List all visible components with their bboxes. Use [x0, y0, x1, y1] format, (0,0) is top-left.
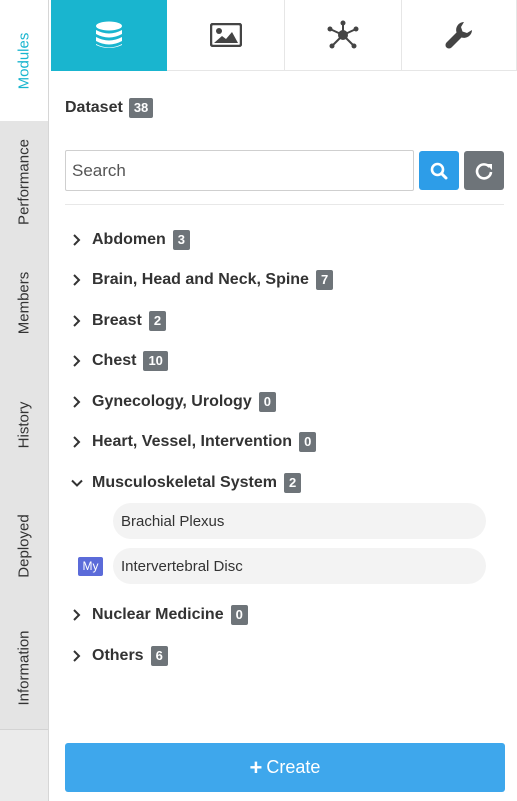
tab-label: History	[15, 401, 33, 448]
chevron-right-icon	[70, 273, 84, 287]
category-count-badge: 0	[258, 392, 276, 412]
tab-label: Deployed	[15, 514, 33, 578]
chevron-right-icon	[70, 314, 84, 328]
tab-network[interactable]	[285, 0, 402, 71]
tab-performance[interactable]: Performance	[0, 121, 48, 243]
category-chest[interactable]: Chest 10	[70, 349, 168, 373]
search-icon	[430, 162, 448, 179]
tab-settings[interactable]	[402, 0, 517, 71]
image-icon	[209, 23, 242, 47]
category-label: Abdomen	[92, 231, 166, 248]
tab-label: Modules	[15, 32, 33, 89]
category-label: Brain, Head and Neck, Spine	[92, 271, 309, 288]
chevron-right-icon	[70, 608, 84, 622]
tab-label: Members	[15, 271, 33, 335]
dataset-item-label: Brachial Plexus	[121, 512, 225, 530]
dataset-heading: Dataset 38	[65, 96, 154, 120]
category-count-badge: 0	[299, 432, 317, 452]
chevron-right-icon	[70, 649, 84, 663]
tab-history[interactable]: History	[0, 364, 48, 486]
category-count-badge: 6	[150, 646, 168, 666]
dataset-count-badge: 38	[128, 98, 154, 118]
category-label: Breast	[92, 312, 142, 329]
category-label: Gynecology, Urology	[92, 393, 252, 410]
create-button-label: Create	[266, 757, 321, 777]
category-abdomen[interactable]: Abdomen 3	[70, 228, 191, 252]
category-count-badge: 10	[143, 351, 168, 371]
refresh-button[interactable]	[464, 151, 504, 190]
category-count-badge: 3	[172, 230, 191, 250]
my-badge: My	[78, 557, 103, 576]
vertical-tab-bar: Modules Performance Members History Depl…	[0, 0, 49, 801]
category-nuclear-medicine[interactable]: Nuclear Medicine 0	[70, 603, 248, 627]
search-button[interactable]	[419, 151, 459, 190]
create-button[interactable]: + Create	[65, 743, 505, 792]
category-count-badge: 0	[230, 605, 248, 625]
chevron-right-icon	[70, 354, 84, 368]
dataset-title: Dataset	[65, 99, 123, 116]
divider	[65, 204, 504, 205]
category-count-badge: 2	[283, 473, 302, 493]
category-label: Chest	[92, 352, 137, 369]
plus-icon: +	[249, 754, 263, 780]
category-label: Others	[92, 647, 144, 664]
category-label: Heart, Vessel, Intervention	[92, 433, 293, 450]
chevron-right-icon	[70, 435, 84, 449]
category-gynecology-urology[interactable]: Gynecology, Urology 0	[70, 390, 276, 414]
chevron-right-icon	[70, 395, 84, 409]
category-musculoskeletal-system[interactable]: Musculoskeletal System 2	[70, 471, 302, 495]
chevron-right-icon	[70, 233, 84, 247]
database-icon	[95, 21, 122, 48]
tab-deployed[interactable]: Deployed	[0, 485, 48, 608]
search-input[interactable]	[65, 150, 414, 191]
category-breast[interactable]: Breast 2	[70, 309, 167, 333]
category-count-badge: 7	[315, 270, 334, 290]
tab-dataset[interactable]	[51, 0, 167, 71]
tab-label: Information	[15, 630, 33, 706]
tab-label: Performance	[15, 138, 33, 225]
dataset-item-intervertebral-disc[interactable]: Intervertebral Disc	[113, 548, 486, 584]
refresh-icon	[475, 162, 493, 180]
dataset-item-brachial-plexus[interactable]: Brachial Plexus	[113, 503, 486, 539]
category-label: Nuclear Medicine	[92, 606, 224, 623]
tab-members[interactable]: Members	[0, 242, 48, 365]
category-others[interactable]: Others 6	[70, 644, 168, 668]
category-brain-head-neck-spine[interactable]: Brain, Head and Neck, Spine 7	[70, 268, 334, 292]
tab-information[interactable]: Information	[0, 607, 48, 730]
tab-images[interactable]	[167, 0, 285, 71]
wrench-icon	[445, 22, 472, 49]
category-label: Musculoskeletal System	[92, 474, 277, 491]
dataset-item-label: Intervertebral Disc	[121, 557, 243, 575]
chevron-down-icon	[70, 476, 84, 490]
tab-modules[interactable]: Modules	[0, 0, 48, 122]
network-icon	[327, 20, 359, 49]
category-heart-vessel-intervention[interactable]: Heart, Vessel, Intervention 0	[70, 430, 317, 454]
category-count-badge: 2	[148, 311, 167, 331]
